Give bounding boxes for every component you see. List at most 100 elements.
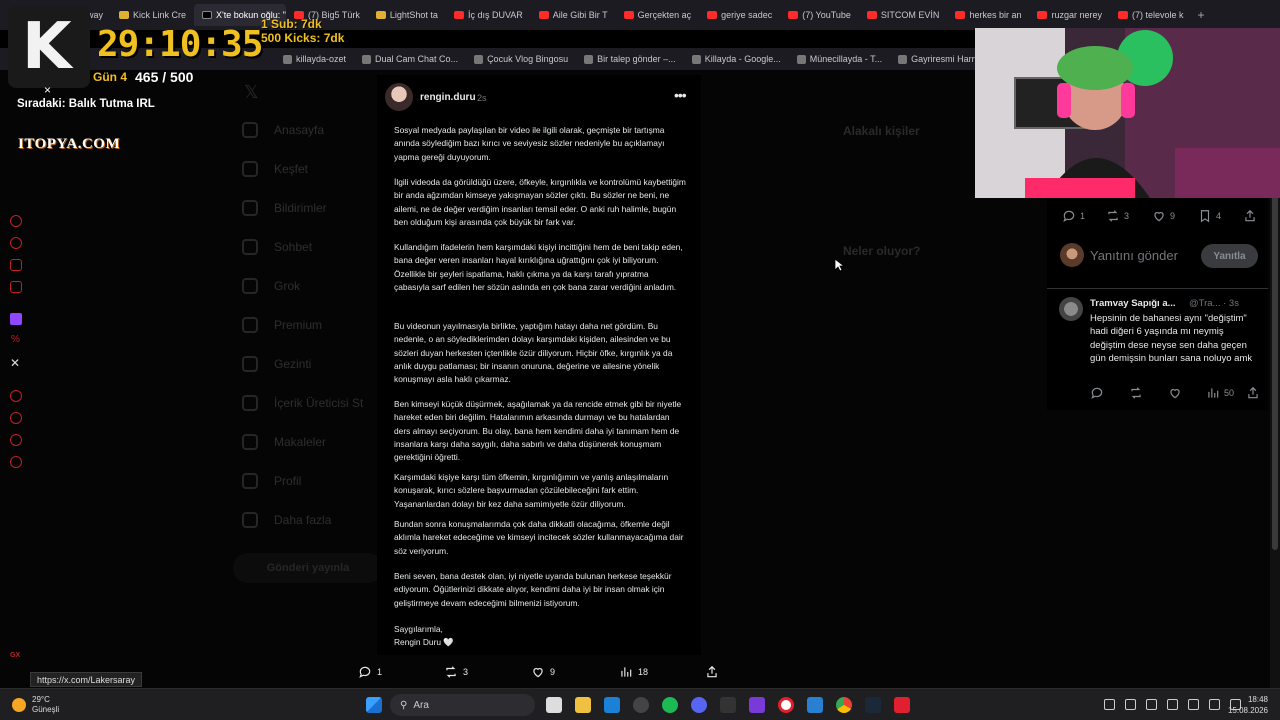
tray-icon[interactable] <box>1146 699 1157 710</box>
browser-tab[interactable]: herkes bir an <box>947 4 1029 26</box>
extension-icon[interactable] <box>10 390 22 402</box>
weather-widget[interactable]: 29°C Güneşli <box>12 695 59 715</box>
nav-item[interactable]: Sohbet <box>242 239 312 255</box>
browser-tab[interactable]: Gerçekten aç <box>616 4 700 26</box>
comment-like-button[interactable] <box>1168 386 1182 400</box>
extension-icon[interactable] <box>10 215 22 227</box>
panel-reply-count: 1 <box>1080 211 1086 221</box>
bookmark-item[interactable]: killayda-ozet <box>275 54 354 64</box>
author-username[interactable]: rengin.duru <box>420 92 476 103</box>
nav-item[interactable]: Keşfet <box>242 161 308 177</box>
extension-icon[interactable] <box>10 259 22 271</box>
panel-share-button[interactable] <box>1243 209 1257 223</box>
percent-icon[interactable]: % <box>11 334 20 345</box>
post-paragraph: Bu videonun yayılmasıyla birlikte, yaptı… <box>394 321 673 385</box>
author-avatar[interactable] <box>385 83 413 111</box>
windows-start-icon[interactable] <box>366 697 382 713</box>
more-options-icon[interactable]: ••• <box>674 87 687 103</box>
browser-tab[interactable]: Aile Gibi Bir T <box>531 4 616 26</box>
extension-icon[interactable] <box>10 412 22 424</box>
steam-icon[interactable] <box>865 697 881 713</box>
spotify-icon[interactable] <box>662 697 678 713</box>
mail-icon[interactable] <box>604 697 620 713</box>
taskbar-clock[interactable]: 18:48 15.08.2026 <box>1222 694 1268 716</box>
browser-tab[interactable]: (7) televole k <box>1110 4 1192 26</box>
browser-tab[interactable]: ruzgar nerey <box>1029 4 1110 26</box>
x-favicon-icon <box>202 11 213 19</box>
comment-reply-button[interactable] <box>1090 386 1104 400</box>
nav-item[interactable]: Gezinti <box>242 356 311 372</box>
tray-icon[interactable] <box>1167 699 1178 710</box>
app-icon[interactable] <box>720 697 736 713</box>
settings-icon[interactable] <box>10 456 22 468</box>
reply-button[interactable]: 1 <box>358 665 382 679</box>
comment-repost-button[interactable] <box>1129 386 1143 400</box>
nav-item[interactable]: Daha fazla <box>242 512 331 528</box>
new-tab-button[interactable]: + <box>1192 8 1211 22</box>
nav-item[interactable]: Anasayfa <box>242 122 324 138</box>
bookmark-item[interactable]: Killayda - Google... <box>684 54 789 64</box>
tray-icon[interactable] <box>1125 699 1136 710</box>
panel-repost-count: 3 <box>1124 211 1130 221</box>
extension-icon[interactable] <box>10 281 22 293</box>
comment-avatar[interactable] <box>1059 297 1083 321</box>
browser-tab[interactable]: geriye sadec <box>699 4 780 26</box>
repost-button[interactable]: 3 <box>444 665 468 679</box>
file-explorer-icon[interactable] <box>575 697 591 713</box>
nav-item[interactable]: Grok <box>242 278 300 294</box>
app-icon[interactable] <box>749 697 765 713</box>
panel-reply-button[interactable]: 1 <box>1062 209 1085 223</box>
settings-app-icon[interactable] <box>633 697 649 713</box>
comment-views-button[interactable]: 50 <box>1206 386 1234 400</box>
post-compose-button[interactable]: Gönderi yayınla <box>233 553 383 583</box>
panel-repost-button[interactable]: 3 <box>1106 209 1129 223</box>
browser-tab-label: Kick Link Cre <box>133 10 187 20</box>
nav-item[interactable]: Profil <box>242 473 301 489</box>
extension-icon[interactable] <box>10 237 22 249</box>
post-paragraph: Karşımdaki kişiye karşı tüm öfkemin, kır… <box>394 472 669 509</box>
comment-share-button[interactable] <box>1246 386 1260 400</box>
network-icon[interactable] <box>1209 699 1220 710</box>
bookmark-item[interactable]: Dual Cam Chat Co... <box>354 54 466 64</box>
x-sidebar-icon[interactable]: ✕ <box>10 356 20 370</box>
taskbar-search[interactable]: ⚲ Ara <box>390 694 535 716</box>
browser-tab[interactable]: İç dış DUVAR <box>446 4 531 26</box>
nav-item[interactable]: Makaleler <box>242 434 326 450</box>
notepad-icon[interactable] <box>807 697 823 713</box>
reply-submit-button[interactable]: Yanıtla <box>1201 244 1258 268</box>
bookmark-icon <box>362 54 372 64</box>
twitch-icon[interactable] <box>10 313 22 325</box>
panel-bookmark-button[interactable]: 4 <box>1198 209 1221 223</box>
app-icon[interactable] <box>894 697 910 713</box>
browser-tab[interactable]: Kick Link Cre <box>111 4 194 26</box>
tray-chevron-icon[interactable] <box>1104 699 1115 710</box>
overlay-close-icon[interactable]: × <box>44 83 51 97</box>
chrome-icon[interactable] <box>836 697 852 713</box>
browser-tab[interactable]: (7) YouTube <box>780 4 859 26</box>
extension-icon[interactable] <box>10 434 22 446</box>
microphone-icon[interactable] <box>1188 699 1199 710</box>
discord-icon[interactable] <box>691 697 707 713</box>
reply-input[interactable]: Yanıtını gönder <box>1090 248 1178 263</box>
nav-label: Keşfet <box>274 162 309 176</box>
share-button[interactable] <box>705 665 719 679</box>
comment-author-name[interactable]: Tramvay Sapığı a... <box>1090 298 1176 309</box>
x-logo-icon: 𝕏 <box>244 82 259 102</box>
panel-bookmark-count: 4 <box>1216 211 1222 221</box>
views-button[interactable]: 18 <box>619 665 648 679</box>
browser-tab[interactable]: SITCOM EVİN <box>859 4 948 26</box>
gx-icon[interactable]: GX <box>10 652 20 659</box>
task-view-icon[interactable] <box>546 697 562 713</box>
browser-tab[interactable]: LightShot ta <box>368 4 446 26</box>
nav-icon <box>242 434 258 450</box>
bookmark-item[interactable]: Çocuk Vlog Bingosu <box>466 54 576 64</box>
bookmark-item[interactable]: Münecillayda - T... <box>789 54 890 64</box>
bookmark-item[interactable]: Bir talep gönder –... <box>576 54 684 64</box>
opera-gx-icon[interactable] <box>778 697 794 713</box>
youtube-favicon-icon <box>538 11 549 19</box>
like-button[interactable]: 9 <box>531 665 555 679</box>
panel-like-button[interactable]: 9 <box>1152 209 1175 223</box>
nav-item[interactable]: İçerik Üreticisi St <box>242 395 363 411</box>
nav-item[interactable]: Bildirimler <box>242 200 327 216</box>
nav-item[interactable]: Premium <box>242 317 322 333</box>
